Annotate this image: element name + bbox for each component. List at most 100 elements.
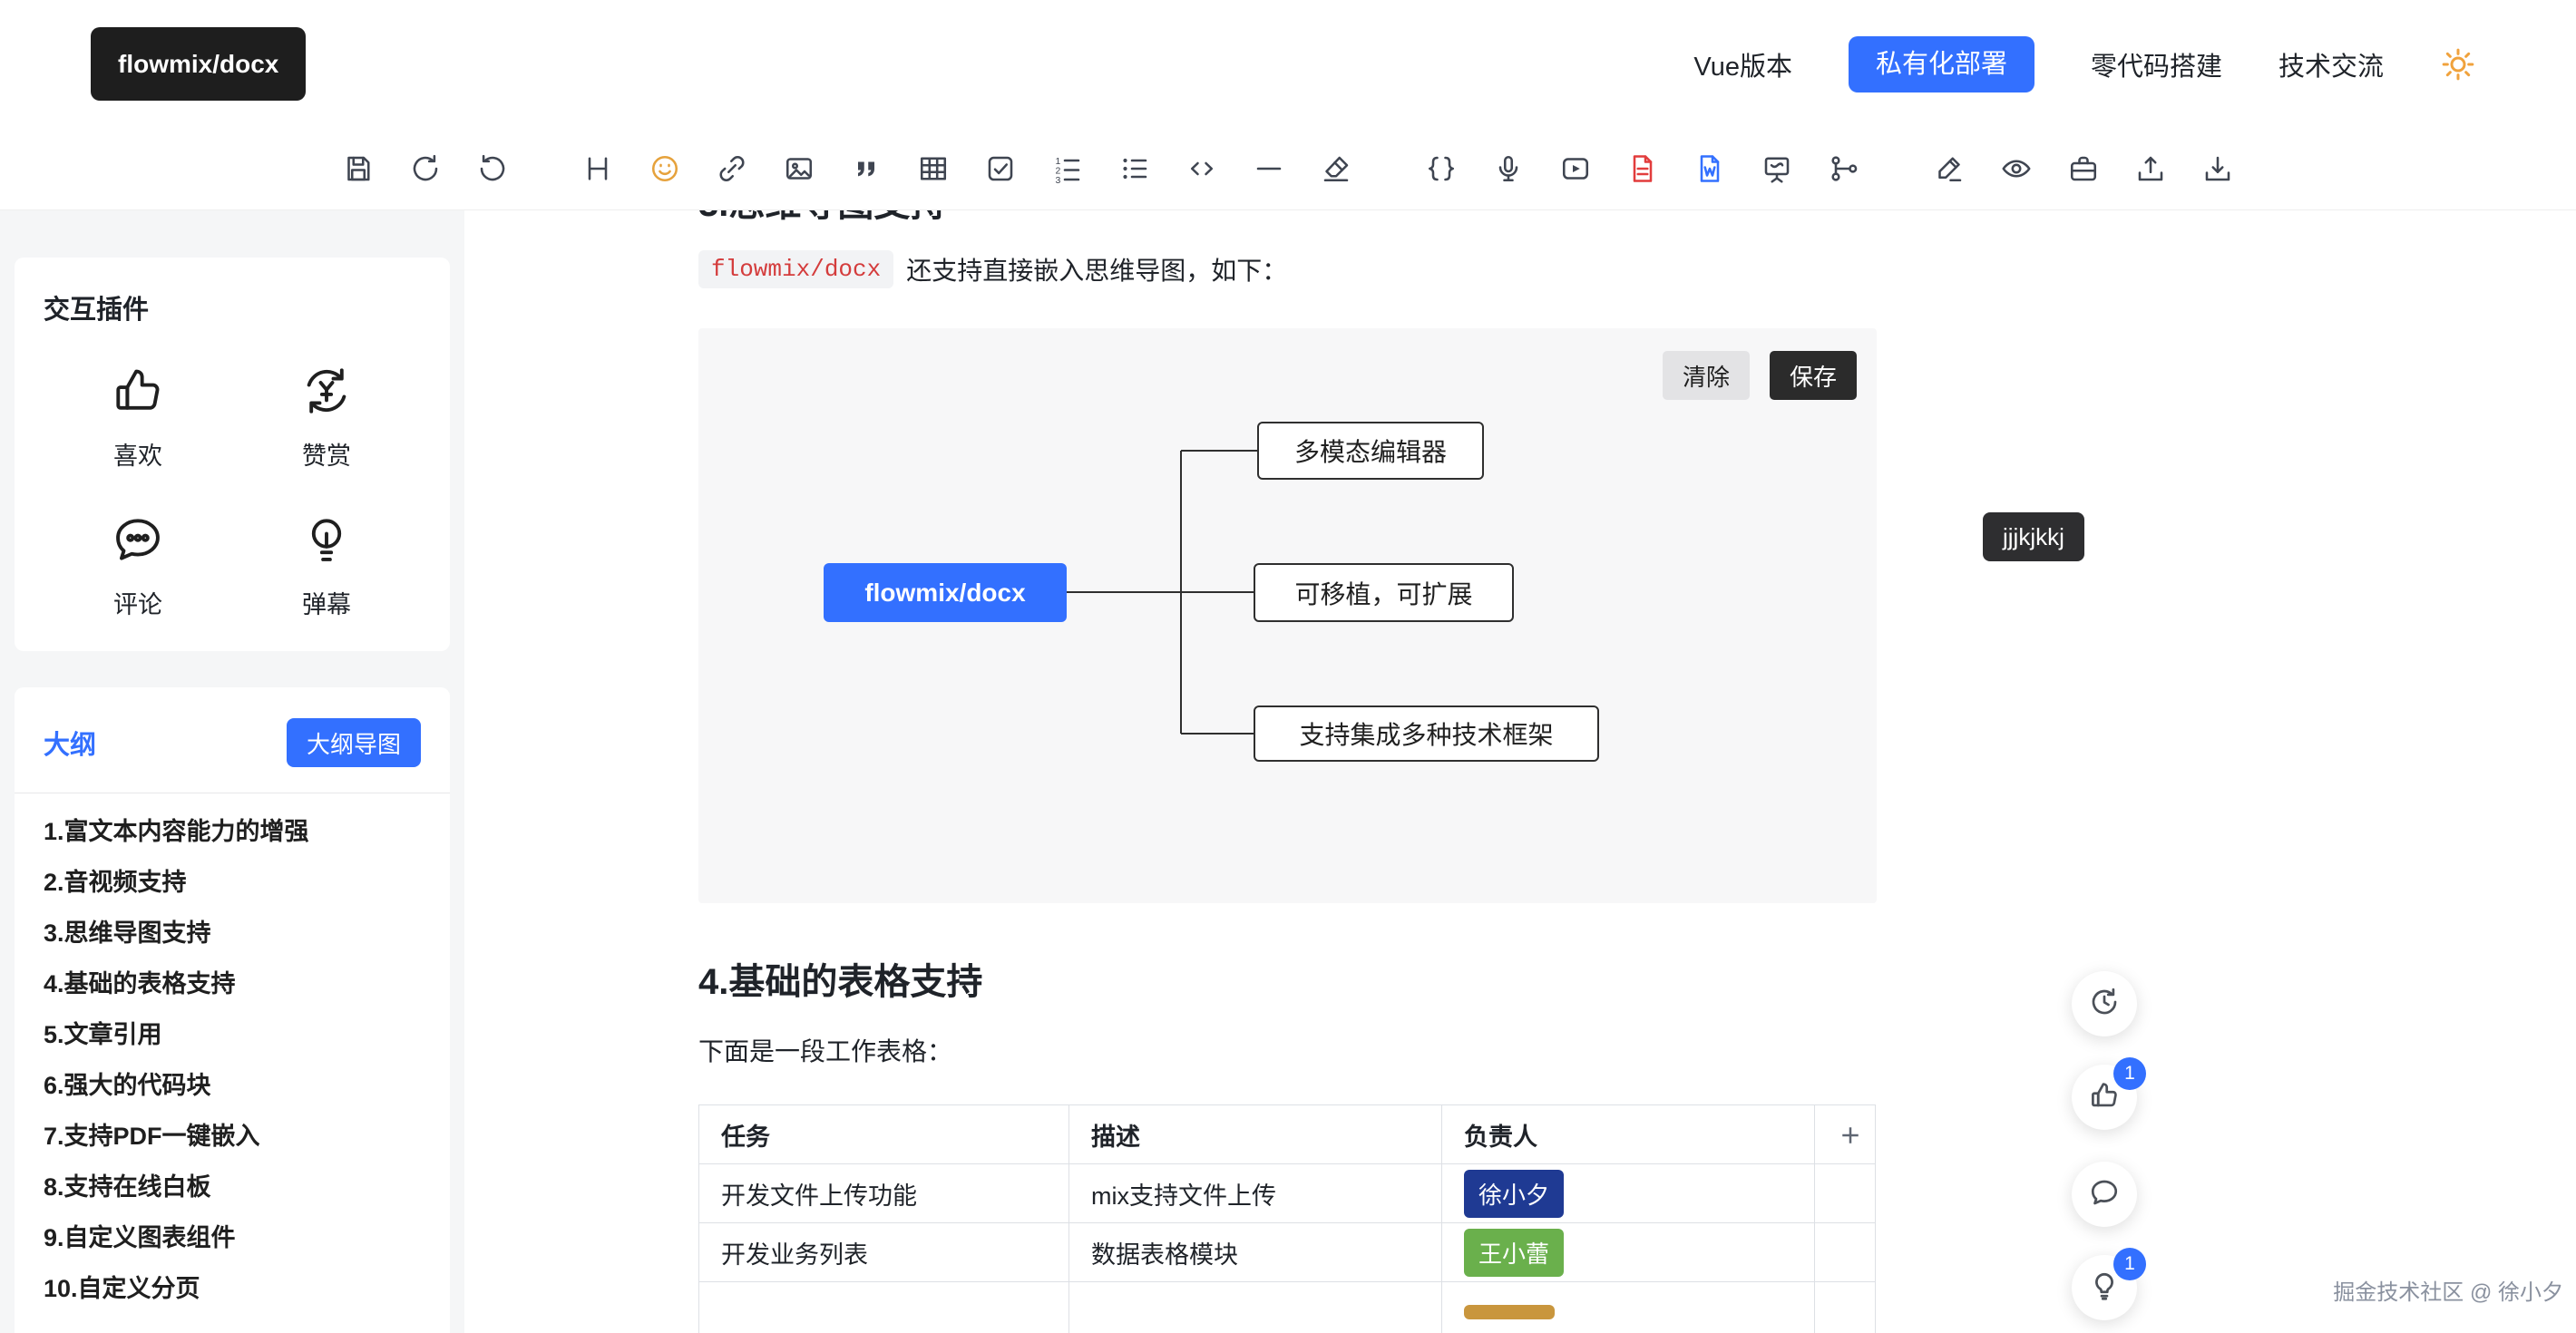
theme-sun-icon[interactable] [2440,46,2476,83]
signature-icon[interactable] [1931,151,1967,187]
cell-desc-2[interactable]: 数据表格模块 [1069,1223,1442,1282]
cell-task-2[interactable]: 开发业务列表 [699,1223,1069,1282]
outline-card: 大纲 大纲导图 1.富文本内容能力的增强 2.音视频支持 3.思维导图支持 4.… [15,687,450,1333]
history-fab-button[interactable] [2072,971,2137,1036]
ordered-list-icon[interactable]: 123 [1049,151,1086,187]
add-column-button[interactable] [1815,1105,1876,1164]
plugin-like[interactable]: 喜欢 [44,363,232,472]
export-icon[interactable] [2200,151,2236,187]
toolbox-icon[interactable] [2065,151,2102,187]
heading-icon[interactable] [580,151,616,187]
like-icon [2088,1079,2121,1116]
outline-item-10[interactable]: 10.自定义分页 [44,1263,421,1314]
outline-item-6[interactable]: 6.强大的代码块 [44,1060,421,1111]
voice-icon[interactable] [1490,151,1527,187]
plugin-danmaku[interactable]: 弹幕 [232,511,421,620]
code-block-icon[interactable] [1423,151,1459,187]
col-header-task[interactable]: 任务 [699,1105,1069,1164]
video-icon[interactable] [1557,151,1594,187]
plus-icon [1837,1122,1864,1149]
cell-owner-2[interactable]: 王小蕾 [1442,1223,1815,1282]
work-table: 任务 描述 负责人 开发文件上传功能 mix支持文件上传 徐小夕 开发业务列表 … [698,1104,1876,1333]
outline-item-4[interactable]: 4.基础的表格支持 [44,958,421,1009]
outline-item-8[interactable]: 8.支持在线白板 [44,1162,421,1212]
preview-eye-icon[interactable] [1998,151,2034,187]
whiteboard-icon[interactable] [1759,151,1795,187]
mindmap-branch-icon[interactable] [1826,151,1862,187]
mindmap-save-button[interactable]: 保存 [1770,351,1857,400]
reward-icon [298,363,355,423]
plugin-comment[interactable]: 评论 [44,511,232,620]
mindmap-child-node-3[interactable]: 支持集成多种技术框架 [1254,705,1599,762]
editor-toolbar: 123 [0,128,2576,210]
comment-icon [2088,1176,2121,1213]
task-list-icon[interactable] [982,151,1019,187]
image-icon[interactable] [781,151,817,187]
mindmap-clear-button[interactable]: 清除 [1663,351,1750,400]
comment-icon [110,511,166,572]
mindmap-child-node-1[interactable]: 多模态编辑器 [1257,422,1484,480]
save-icon[interactable] [340,151,376,187]
app-header: flowmix/docx Vue版本 私有化部署 零代码搭建 技术交流 [0,0,2576,128]
owner-badge: 王小蕾 [1464,1229,1564,1277]
cell-task-1[interactable]: 开发文件上传功能 [699,1164,1069,1223]
outline-item-2[interactable]: 2.音视频支持 [44,857,421,908]
import-icon[interactable] [2132,151,2169,187]
nav-community[interactable]: 技术交流 [2278,45,2384,83]
private-deploy-button[interactable]: 私有化部署 [1849,36,2034,92]
cell-desc-1[interactable]: mix支持文件上传 [1069,1164,1442,1223]
outline-item-1[interactable]: 1.富文本内容能力的增强 [44,806,421,857]
redo-icon[interactable] [474,151,511,187]
table-icon[interactable] [915,151,951,187]
owner-badge: 徐小夕 [1464,1170,1564,1218]
svg-text:3: 3 [1056,175,1061,185]
idea-fab-button[interactable]: 1 [2072,1255,2137,1320]
nav-vue-version[interactable]: Vue版本 [1693,45,1792,83]
section3-heading: 3.思维导图支持 [698,210,2576,227]
unordered-list-icon[interactable] [1117,151,1153,187]
cell-desc-3[interactable] [1069,1282,1442,1333]
danmaku-icon [298,511,355,572]
cell-task-3[interactable] [699,1282,1069,1333]
nav-nocode[interactable]: 零代码搭建 [2091,45,2222,83]
plugins-card-title: 交互插件 [44,288,421,326]
comment-fab-button[interactable] [2072,1162,2137,1227]
history-icon [2088,986,2121,1023]
divider-icon[interactable] [1251,151,1287,187]
like-count-badge: 1 [2113,1057,2146,1090]
left-sidebar: 交互插件 喜欢 赞赏 评论 [0,210,464,1333]
mindmap-child-node-2[interactable]: 可移植，可扩展 [1254,563,1514,622]
quote-icon[interactable] [848,151,884,187]
link-icon[interactable] [714,151,750,187]
mindmap-root-node[interactable]: flowmix/docx [824,563,1067,622]
plugin-reward[interactable]: 赞赏 [232,363,421,472]
editor-content: 3.思维导图支持 flowmix/docx 还支持直接嵌入思维导图，如下： 清除… [464,210,2576,1333]
lightbulb-icon [2088,1270,2121,1307]
mindmap-intro-text: 还支持直接嵌入思维导图，如下： [906,251,1287,287]
emoji-icon[interactable] [647,151,683,187]
cell-owner-1[interactable]: 徐小夕 [1442,1164,1815,1223]
outline-item-9[interactable]: 9.自定义图表组件 [44,1212,421,1263]
pdf-icon[interactable] [1625,151,1661,187]
col-header-desc[interactable]: 描述 [1069,1105,1442,1164]
inline-code-chip: flowmix/docx [698,250,893,288]
outline-list: 1.富文本内容能力的增强 2.音视频支持 3.思维导图支持 4.基础的表格支持 … [44,806,421,1314]
undo-icon[interactable] [407,151,444,187]
format-clear-icon[interactable] [1318,151,1354,187]
table-row: 开发文件上传功能 mix支持文件上传 徐小夕 [699,1164,1876,1223]
word-icon[interactable] [1692,151,1728,187]
outline-item-3[interactable]: 3.思维导图支持 [44,908,421,958]
section4-heading: 4.基础的表格支持 [698,952,2576,1005]
idea-count-badge: 1 [2113,1248,2146,1280]
cell-owner-3[interactable] [1442,1282,1815,1333]
inline-code-icon[interactable] [1184,151,1220,187]
mindmap-intro: flowmix/docx 还支持直接嵌入思维导图，如下： [698,250,2576,288]
plugins-grid: 喜欢 赞赏 评论 弹幕 [44,363,421,620]
outline-map-button[interactable]: 大纲导图 [287,718,421,767]
outline-item-7[interactable]: 7.支持PDF一键嵌入 [44,1111,421,1162]
app-logo: flowmix/docx [91,27,306,101]
col-header-owner[interactable]: 负责人 [1442,1105,1815,1164]
outline-item-5[interactable]: 5.文章引用 [44,1009,421,1060]
owner-badge [1464,1305,1555,1319]
like-fab-button[interactable]: 1 [2072,1065,2137,1130]
